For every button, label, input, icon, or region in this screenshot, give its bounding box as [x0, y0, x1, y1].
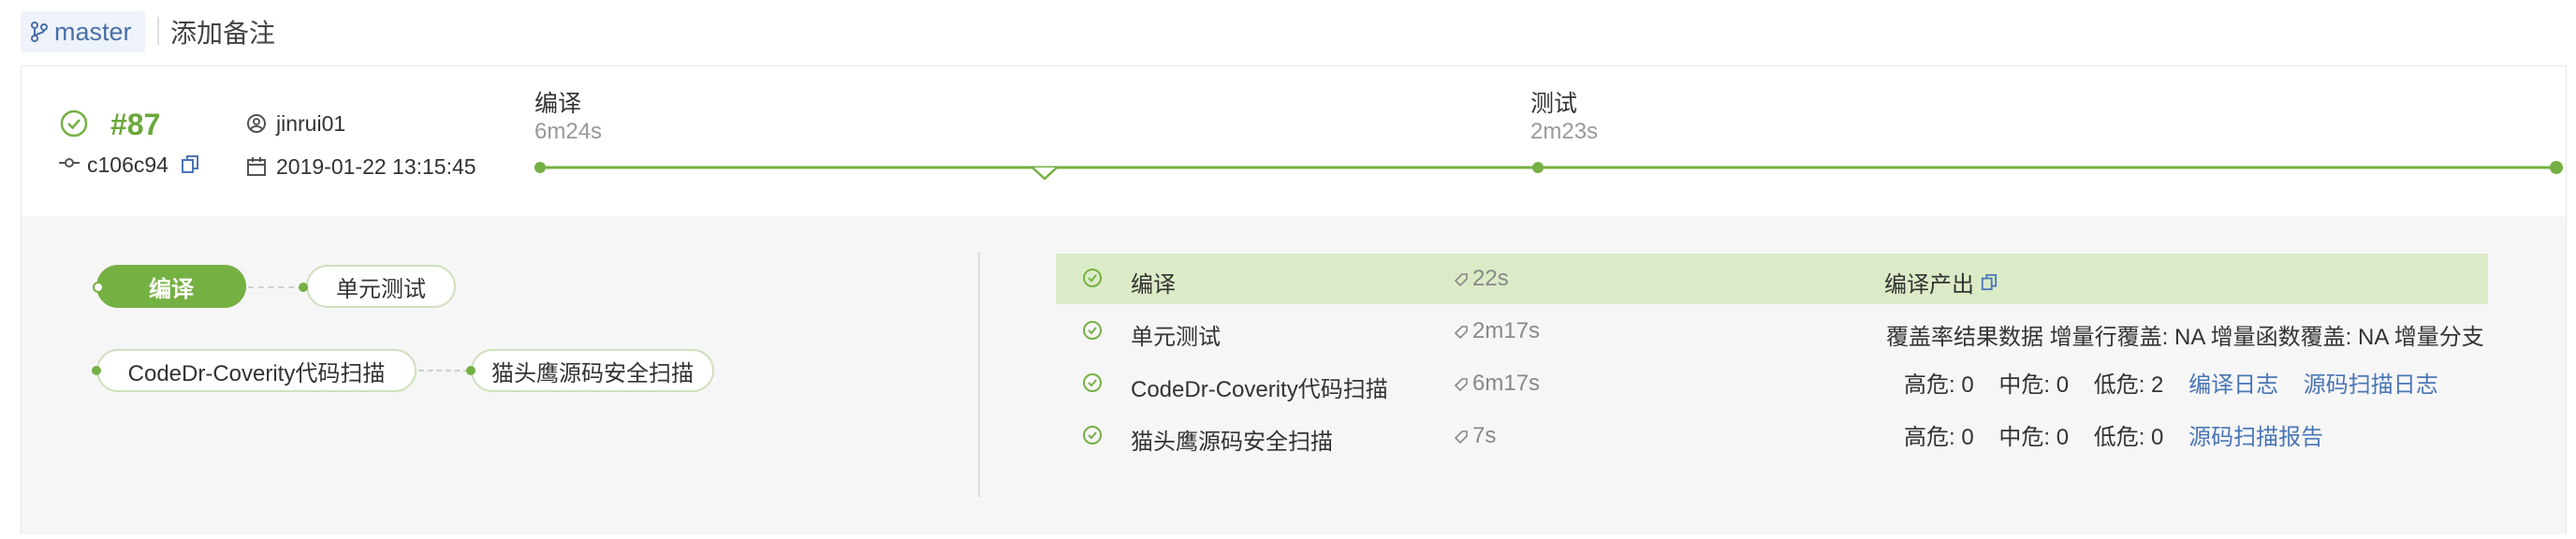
add-note-link[interactable]: 添加备注	[170, 13, 275, 51]
timeline-stage-1-duration: 6m24s	[534, 119, 603, 144]
scan-summary: 高危: 0 中危: 0 低危: 2 编译日志 源码扫描日志	[1904, 366, 2438, 399]
node-connector-dot	[92, 366, 101, 375]
tag-icon	[1454, 430, 1468, 444]
check-circle-icon	[1083, 373, 1102, 392]
branch-selector[interactable]: master	[21, 11, 145, 52]
mid-risk-count: 中危: 0	[1998, 425, 2070, 450]
job-name: 猫头鹰源码安全扫描	[1131, 430, 1333, 455]
build-datetime: 2019-01-22 13:15:45	[276, 154, 476, 179]
pipeline-connector	[418, 370, 469, 371]
copy-icon	[1981, 274, 1997, 291]
timeline-bar	[534, 161, 2563, 181]
job-name: 编译	[1131, 272, 1176, 298]
scan-summary: 高危: 0 中危: 0 低危: 0 源码扫描报告	[1904, 418, 2323, 451]
high-risk-count: 高危: 0	[1904, 372, 1974, 398]
check-circle-icon	[1083, 426, 1102, 444]
check-circle-icon	[1083, 321, 1102, 340]
check-circle-icon	[1083, 269, 1102, 287]
timeline-stage-1-name: 编译	[534, 91, 582, 117]
tag-icon	[1454, 272, 1468, 286]
high-risk-count: 高危: 0	[1904, 425, 1974, 450]
branch-name: master	[54, 17, 132, 46]
tag-icon	[1454, 377, 1468, 391]
job-row[interactable]: 单元测试 2m17s 覆盖率结果数据 增量行覆盖: NA 增量函数覆盖: NA …	[1056, 306, 2488, 357]
calendar-icon	[247, 157, 266, 176]
pipeline-node-coverity[interactable]: CodeDr-Coverity代码扫描	[96, 349, 417, 392]
job-name: 单元测试	[1131, 325, 1221, 350]
panel-divider	[978, 252, 980, 497]
job-duration: 6m17s	[1454, 371, 1540, 397]
job-row[interactable]: 编译 22s 编译产出	[1056, 254, 2488, 304]
timeline-stage-2-duration: 2m23s	[1530, 119, 1599, 144]
artifact-link[interactable]: 编译产出	[1884, 266, 1998, 299]
node-connector-dot	[466, 366, 476, 375]
build-summary: #87 c106c94 jinrui01 2019-01-22 13:15:45…	[22, 66, 2566, 217]
divider	[157, 17, 159, 45]
job-duration: 7s	[1454, 423, 1496, 449]
pipeline-detail: 编译 单元测试 CodeDr-Coverity代码扫描 猫头鹰源码安全扫描 编译…	[22, 216, 2566, 534]
copy-icon[interactable]	[181, 154, 199, 175]
pipeline-node-unit-test[interactable]: 单元测试	[306, 265, 456, 308]
low-risk-count: 低危: 2	[2093, 372, 2164, 398]
build-number[interactable]: #87	[110, 108, 160, 142]
job-duration: 22s	[1454, 266, 1509, 292]
trigger-user: jinrui01	[276, 111, 346, 136]
commit-icon	[59, 158, 80, 168]
pipeline-node-security-scan[interactable]: 猫头鹰源码安全扫描	[471, 349, 714, 392]
pipeline-connector	[248, 286, 304, 288]
branch-icon	[31, 22, 48, 42]
coverage-info: 覆盖率结果数据 增量行覆盖: NA 增量函数覆盖: NA 增量分支	[1886, 325, 2484, 350]
build-card: #87 c106c94 jinrui01 2019-01-22 13:15:45…	[21, 66, 2567, 534]
job-row[interactable]: CodeDr-Coverity代码扫描 6m17s 高危: 0 中危: 0 低危…	[1056, 358, 2488, 409]
timeline-stage-2-name: 测试	[1530, 91, 1578, 117]
commit-hash[interactable]: c106c94	[87, 153, 168, 178]
node-connector-dot	[93, 282, 104, 293]
mid-risk-count: 中危: 0	[1998, 372, 2070, 398]
user-icon	[247, 114, 266, 133]
tag-icon	[1454, 325, 1468, 339]
job-name: CodeDr-Coverity代码扫描	[1131, 377, 1388, 402]
check-circle-icon	[60, 109, 88, 138]
scan-report-link[interactable]: 源码扫描报告	[2188, 425, 2323, 450]
low-risk-count: 低危: 0	[2093, 425, 2164, 450]
node-connector-dot	[299, 283, 308, 292]
pipeline-node-compile[interactable]: 编译	[96, 265, 246, 308]
job-row[interactable]: 猫头鹰源码安全扫描 7s 高危: 0 中危: 0 低危: 0 源码扫描报告	[1056, 411, 2488, 461]
job-duration: 2m17s	[1454, 318, 1540, 344]
compile-log-link[interactable]: 编译日志	[2188, 372, 2278, 398]
scan-log-link[interactable]: 源码扫描日志	[2304, 372, 2438, 398]
